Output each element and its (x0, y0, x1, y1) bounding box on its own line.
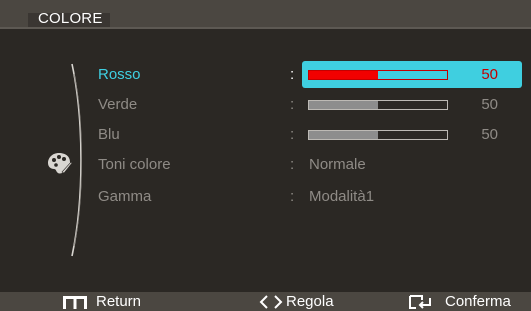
separator: : (290, 66, 295, 83)
slider-value: 50 (481, 126, 498, 143)
slider-fill (309, 71, 378, 79)
menu-item-gamma[interactable]: Gamma: Modalità1 (98, 186, 518, 208)
menu-title: COLORE (38, 10, 103, 27)
confirm-label[interactable]: Conferma (445, 293, 511, 310)
title-divider (0, 27, 531, 29)
setting-value: Normale (309, 156, 366, 173)
menu-item-toni-colore[interactable]: Toni colore: Normale (98, 154, 518, 176)
slider-fill (309, 131, 378, 139)
slider-value: 50 (481, 96, 498, 113)
menu-item-label: Toni colore (98, 156, 171, 173)
slider-bar[interactable] (308, 70, 448, 80)
enter-icon (409, 295, 431, 309)
slider-fill (309, 101, 378, 109)
return-label[interactable]: Return (96, 293, 141, 310)
menu-icon (63, 296, 87, 309)
slider-value: 50 (481, 66, 498, 83)
slider-bar[interactable] (308, 130, 448, 140)
menu-item-label: Rosso (98, 66, 141, 83)
footer-bar: Return Regola Conferma (0, 292, 531, 311)
menu-item-label: Gamma (98, 188, 152, 205)
slider-bar[interactable] (308, 100, 448, 110)
menu-item-label: Verde (98, 96, 138, 113)
palette-icon (48, 153, 72, 174)
separator: : (290, 96, 295, 113)
separator: : (290, 156, 295, 173)
left-right-arrows-icon (259, 295, 283, 309)
osd-menu: COLORE Rosso: 50 Verde: 50 Blu: 50 Toni colore… (0, 0, 531, 311)
menu-item-rosso[interactable]: Rosso: 50 (98, 61, 522, 88)
separator: : (290, 126, 295, 143)
menu-item-label: Blu (98, 126, 120, 143)
setting-value: Modalità1 (309, 188, 375, 205)
menu-item-blu[interactable]: Blu: 50 (98, 124, 518, 146)
separator: : (290, 188, 295, 205)
adjust-label[interactable]: Regola (286, 293, 334, 310)
menu-item-verde[interactable]: Verde: 50 (98, 94, 518, 116)
